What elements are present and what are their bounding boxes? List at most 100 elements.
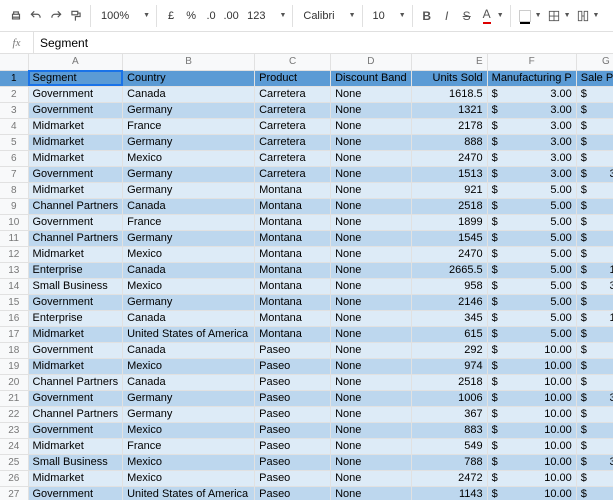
cell[interactable]: $5.00 bbox=[487, 278, 576, 294]
row-header[interactable]: 12 bbox=[0, 246, 28, 262]
row-header[interactable]: 5 bbox=[0, 134, 28, 150]
cell[interactable]: None bbox=[331, 326, 412, 342]
cell[interactable]: $15. bbox=[576, 438, 613, 454]
cell[interactable]: Enterprise bbox=[28, 310, 123, 326]
cell[interactable]: 2518 bbox=[411, 374, 487, 390]
cell[interactable]: $20. bbox=[576, 214, 613, 230]
increase-decimal-button[interactable]: .00 bbox=[223, 8, 239, 24]
row-header[interactable]: 21 bbox=[0, 390, 28, 406]
cell[interactable]: Germany bbox=[123, 182, 255, 198]
row-header[interactable]: 20 bbox=[0, 374, 28, 390]
cell[interactable]: $3.00 bbox=[487, 86, 576, 102]
cell[interactable]: Germany bbox=[123, 294, 255, 310]
cell[interactable]: Midmarket bbox=[28, 246, 123, 262]
cell[interactable]: Enterprise bbox=[28, 262, 123, 278]
undo-icon[interactable] bbox=[28, 8, 44, 24]
cell[interactable]: Paseo bbox=[255, 454, 331, 470]
cell[interactable]: $10.00 bbox=[487, 342, 576, 358]
cell[interactable]: Midmarket bbox=[28, 150, 123, 166]
column-header-F[interactable]: F bbox=[487, 54, 576, 70]
cell[interactable]: None bbox=[331, 422, 412, 438]
cell[interactable]: Mexico bbox=[123, 278, 255, 294]
cell[interactable]: $350. bbox=[576, 166, 613, 182]
column-header-G[interactable]: G bbox=[576, 54, 613, 70]
column-header-C[interactable]: C bbox=[255, 54, 331, 70]
cell[interactable]: Canada bbox=[123, 374, 255, 390]
cell[interactable]: Carretera bbox=[255, 118, 331, 134]
cell[interactable]: Montana bbox=[255, 182, 331, 198]
cell[interactable]: $10.00 bbox=[487, 422, 576, 438]
cell[interactable]: $3.00 bbox=[487, 118, 576, 134]
cell[interactable]: None bbox=[331, 470, 412, 486]
cell[interactable]: Paseo bbox=[255, 406, 331, 422]
cell[interactable]: Carretera bbox=[255, 150, 331, 166]
cell[interactable]: 549 bbox=[411, 438, 487, 454]
cell[interactable]: $15. bbox=[576, 246, 613, 262]
cell[interactable]: $125. bbox=[576, 310, 613, 326]
row-header[interactable]: 15 bbox=[0, 294, 28, 310]
cell[interactable]: France bbox=[123, 214, 255, 230]
cell[interactable]: 1321 bbox=[411, 102, 487, 118]
cell[interactable]: Paseo bbox=[255, 358, 331, 374]
strikethrough-button[interactable]: S bbox=[459, 8, 475, 24]
cell[interactable]: Paseo bbox=[255, 470, 331, 486]
cell[interactable]: 888 bbox=[411, 134, 487, 150]
cell[interactable]: Canada bbox=[123, 198, 255, 214]
cell[interactable]: Midmarket bbox=[28, 358, 123, 374]
zoom-select[interactable]: 100% bbox=[97, 8, 141, 24]
cell[interactable]: Carretera bbox=[255, 134, 331, 150]
cell[interactable]: Channel Partners bbox=[28, 230, 123, 246]
cell[interactable]: 2470 bbox=[411, 246, 487, 262]
cell[interactable]: $350. bbox=[576, 390, 613, 406]
cell[interactable]: $5.00 bbox=[487, 326, 576, 342]
cell[interactable]: 2178 bbox=[411, 118, 487, 134]
cell[interactable]: Mexico bbox=[123, 246, 255, 262]
text-color-button[interactable]: A bbox=[479, 8, 495, 24]
cell[interactable]: $10.00 bbox=[487, 454, 576, 470]
cell[interactable]: $10.00 bbox=[487, 406, 576, 422]
cell[interactable]: None bbox=[331, 262, 412, 278]
cell[interactable]: $7. bbox=[576, 294, 613, 310]
header-cell[interactable]: Units Sold bbox=[411, 70, 487, 86]
cell[interactable]: 921 bbox=[411, 182, 487, 198]
cell[interactable]: Germany bbox=[123, 102, 255, 118]
row-header[interactable]: 11 bbox=[0, 230, 28, 246]
cell[interactable]: Government bbox=[28, 390, 123, 406]
cell[interactable]: Channel Partners bbox=[28, 406, 123, 422]
cell[interactable]: Mexico bbox=[123, 454, 255, 470]
cell[interactable]: $5.00 bbox=[487, 294, 576, 310]
cell[interactable]: Midmarket bbox=[28, 118, 123, 134]
cell[interactable]: Midmarket bbox=[28, 182, 123, 198]
cell[interactable]: Mexico bbox=[123, 358, 255, 374]
header-cell[interactable]: Country bbox=[123, 70, 255, 86]
cell[interactable]: $12. bbox=[576, 406, 613, 422]
cell[interactable]: None bbox=[331, 310, 412, 326]
cell[interactable]: $12. bbox=[576, 374, 613, 390]
formula-input[interactable] bbox=[34, 32, 613, 53]
cell[interactable]: Germany bbox=[123, 166, 255, 182]
row-header[interactable]: 4 bbox=[0, 118, 28, 134]
column-header-B[interactable]: B bbox=[123, 54, 255, 70]
cell[interactable]: Montana bbox=[255, 326, 331, 342]
cell[interactable]: Paseo bbox=[255, 438, 331, 454]
cell[interactable]: Canada bbox=[123, 342, 255, 358]
cell[interactable]: 615 bbox=[411, 326, 487, 342]
cell[interactable]: $5.00 bbox=[487, 182, 576, 198]
cell[interactable]: Paseo bbox=[255, 422, 331, 438]
font-select[interactable]: Calibri bbox=[299, 8, 346, 24]
cell[interactable]: Government bbox=[28, 294, 123, 310]
cell[interactable]: $15. bbox=[576, 358, 613, 374]
cell[interactable]: Canada bbox=[123, 86, 255, 102]
cell[interactable]: $10.00 bbox=[487, 374, 576, 390]
cell[interactable]: 1143 bbox=[411, 486, 487, 500]
cell[interactable]: 2146 bbox=[411, 294, 487, 310]
cell[interactable]: Montana bbox=[255, 262, 331, 278]
row-header[interactable]: 9 bbox=[0, 198, 28, 214]
cell[interactable]: Germany bbox=[123, 390, 255, 406]
cell[interactable]: $10.00 bbox=[487, 438, 576, 454]
header-cell[interactable]: Sale Price bbox=[576, 70, 613, 86]
cell[interactable]: $300. bbox=[576, 454, 613, 470]
cell[interactable]: Paseo bbox=[255, 342, 331, 358]
row-header[interactable]: 16 bbox=[0, 310, 28, 326]
cell[interactable]: None bbox=[331, 486, 412, 500]
